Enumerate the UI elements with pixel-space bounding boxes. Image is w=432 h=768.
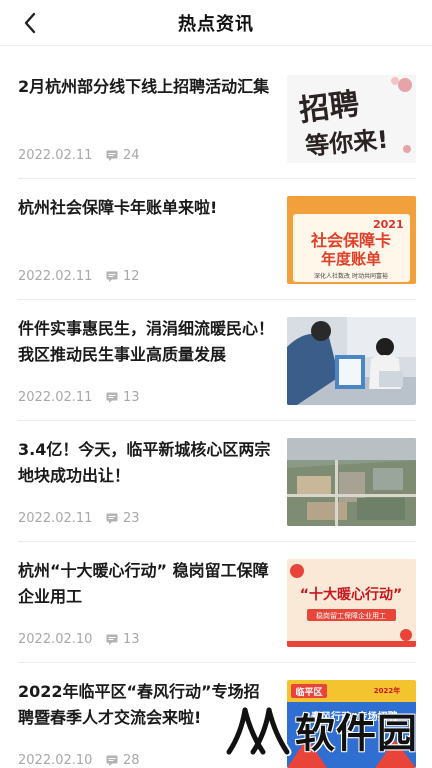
news-thumbnail: 2021 社会保障卡 年度账单 深化人社数改 时动共同富裕 <box>287 196 416 284</box>
service-counter-photo <box>287 317 416 405</box>
recruitment-banner-image: 招聘 等你来! <box>287 75 416 163</box>
thumb-line1: 招聘 <box>297 87 361 129</box>
news-thumbnail <box>287 317 416 405</box>
comment-icon <box>106 271 118 282</box>
back-button[interactable] <box>18 11 42 35</box>
watermark-logo-icon <box>224 705 292 756</box>
news-title: 3.4亿！今天，临平新城核心区两宗地块成功出让！ <box>18 440 271 485</box>
comment-count: 13 <box>123 631 140 647</box>
news-date: 2022.02.10 <box>18 631 93 647</box>
thumb-tag: 临平区 <box>295 686 322 698</box>
warm-action-banner-image: “十大暖心行动” 稳岗留工保障企业用工 <box>287 559 416 647</box>
thumb-footer: 深化人社数改 时动共同富裕 <box>314 272 388 280</box>
thumb-year: 2021 <box>373 218 404 231</box>
comment-icon <box>106 634 118 645</box>
social-security-card-image: 2021 社会保障卡 年度账单 深化人社数改 时动共同富裕 <box>287 196 416 284</box>
thumb-year: 2022年 <box>374 686 400 695</box>
comment-count: 24 <box>123 147 140 163</box>
news-thumbnail <box>287 438 416 526</box>
news-meta: 2022.02.11 13 <box>18 388 140 406</box>
news-item[interactable]: 杭州社会保障卡年账单来啦! 2022.02.11 12 2021 社会保障卡 年… <box>18 179 416 300</box>
news-meta: 2022.02.11 23 <box>18 509 140 527</box>
thumb-line2: 稳岗留工保障企业用工 <box>316 611 386 620</box>
news-list: 2月杭州部分线下线上招聘活动汇集 2022.02.11 24 招聘 等你来! 杭… <box>0 58 432 768</box>
news-title: 2月杭州部分线下线上招聘活动汇集 <box>18 77 270 96</box>
thumb-line1: “十大暖心行动” <box>300 586 402 603</box>
news-title: 件件实事惠民生，涓涓细流暖民心！我区推动民生事业高质量发展 <box>18 319 275 364</box>
news-title: 杭州社会保障卡年账单来啦! <box>18 198 218 217</box>
watermark-text: 软件园 <box>295 711 418 757</box>
news-meta: 2022.02.11 12 <box>18 267 140 285</box>
news-date: 2022.02.11 <box>18 268 93 284</box>
thumb-line1: 社会保障卡 <box>310 231 391 250</box>
news-thumbnail: “十大暖心行动” 稳岗留工保障企业用工 <box>287 559 416 647</box>
news-date: 2022.02.11 <box>18 510 93 526</box>
news-meta: 2022.02.10 13 <box>18 630 140 648</box>
comment-count: 13 <box>123 389 140 405</box>
comment-icon <box>106 392 118 403</box>
news-item[interactable]: 3.4亿！今天，临平新城核心区两宗地块成功出让！ 2022.02.11 23 <box>18 421 416 542</box>
comment-count: 23 <box>123 510 140 526</box>
news-title: 杭州“十大暖心行动” 稳岗留工保障企业用工 <box>18 561 269 606</box>
news-item[interactable]: 件件实事惠民生，涓涓细流暖民心！我区推动民生事业高质量发展 2022.02.11… <box>18 300 416 421</box>
news-date: 2022.02.10 <box>18 752 93 768</box>
news-meta: 2022.02.10 28 <box>18 751 140 768</box>
top-bar: 热点资讯 <box>0 0 432 46</box>
comment-icon <box>106 150 118 161</box>
comment-count: 28 <box>123 752 140 768</box>
chevron-left-icon <box>24 12 36 34</box>
aerial-city-photo <box>287 438 416 526</box>
news-meta: 2022.02.11 24 <box>18 146 140 164</box>
comment-icon <box>106 513 118 524</box>
site-watermark: 软件园 <box>223 700 418 760</box>
news-date: 2022.02.11 <box>18 147 93 163</box>
thumb-line2: 年度账单 <box>321 250 381 268</box>
page-title: 热点资讯 <box>178 13 254 35</box>
news-thumbnail: 招聘 等你来! <box>287 75 416 163</box>
comment-icon <box>106 755 118 766</box>
comment-count: 12 <box>123 268 140 284</box>
news-date: 2022.02.11 <box>18 389 93 405</box>
news-item[interactable]: 杭州“十大暖心行动” 稳岗留工保障企业用工 2022.02.10 13 “十大暖… <box>18 542 416 663</box>
news-item[interactable]: 2月杭州部分线下线上招聘活动汇集 2022.02.11 24 招聘 等你来! <box>18 58 416 179</box>
